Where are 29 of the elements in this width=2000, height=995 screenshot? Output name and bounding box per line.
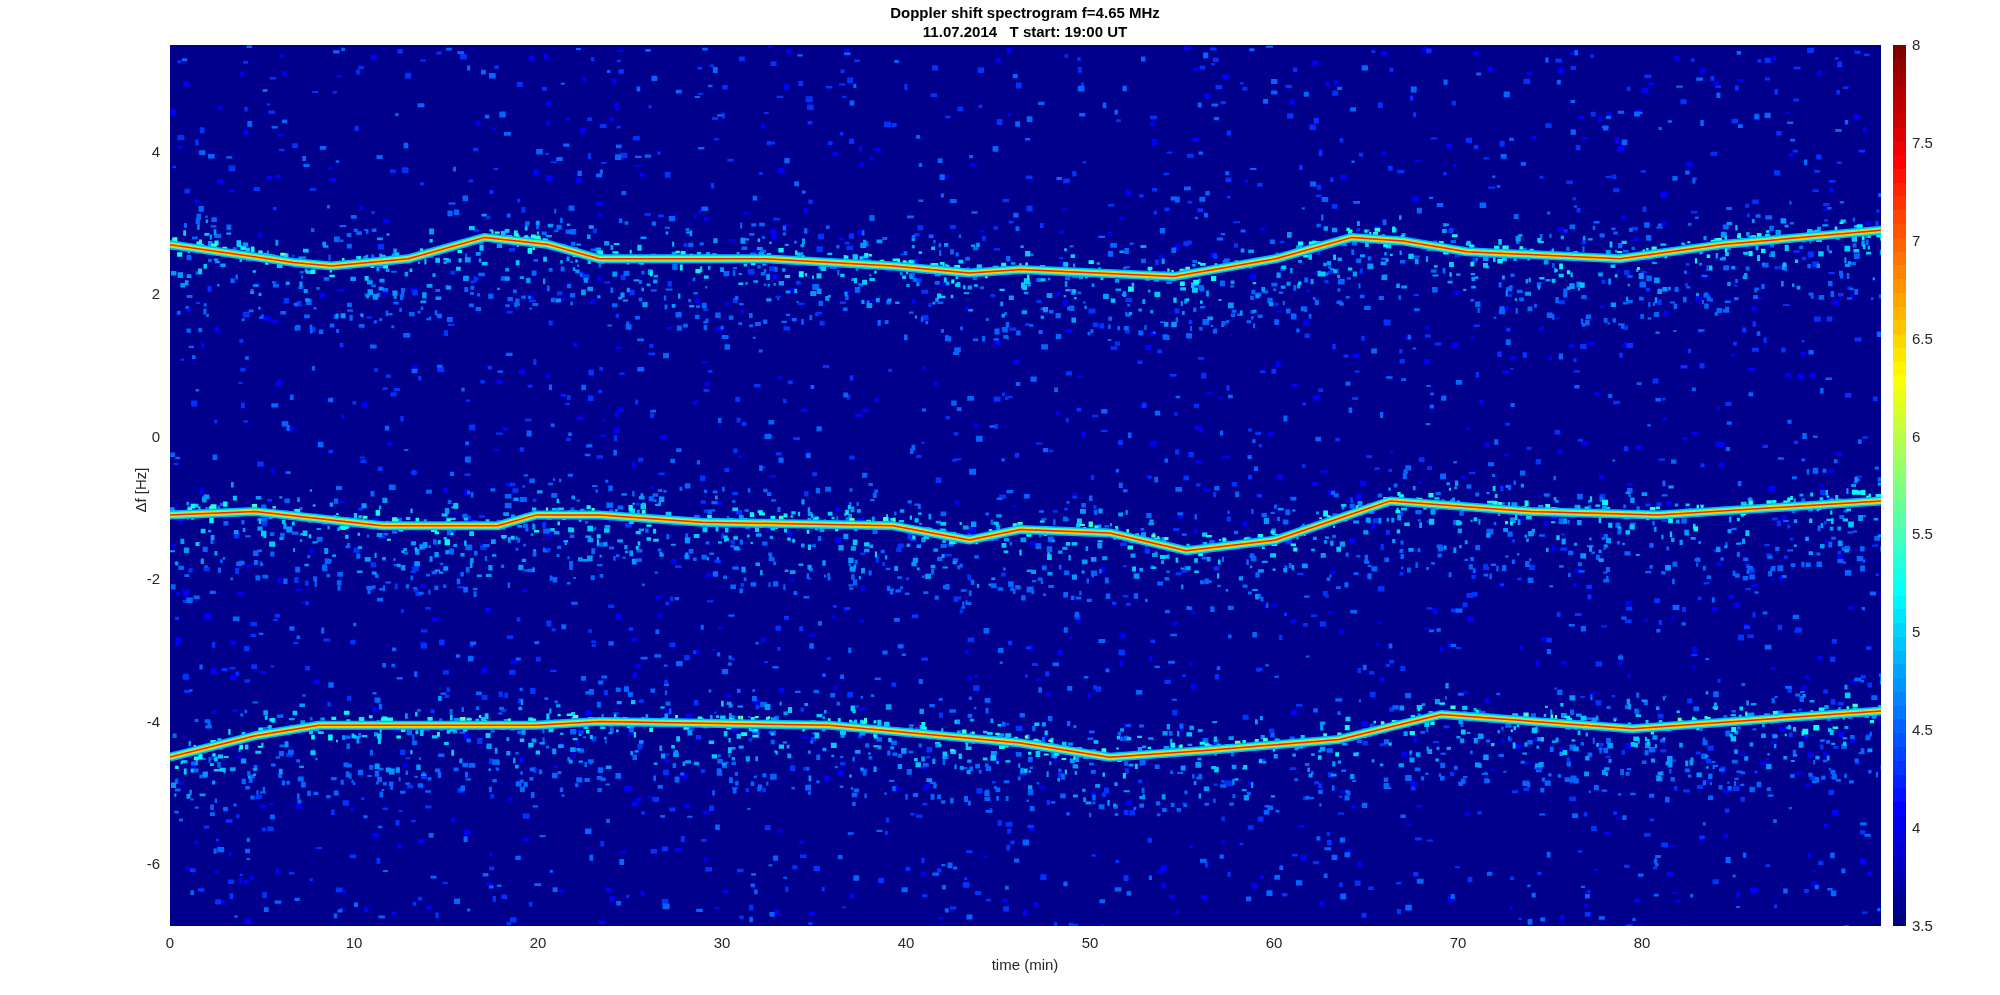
colorbar-tick-label: 4 <box>1912 819 1921 837</box>
colorbar-tick-label: 7.5 <box>1912 133 1933 151</box>
axis-tick-label: 20 <box>529 934 547 951</box>
axis-tick-label: 2 <box>151 285 160 303</box>
axis-label: Δf [Hz] <box>132 467 149 513</box>
colorbar-tick-label: 5 <box>1912 623 1921 641</box>
axis-tick-label: -4 <box>146 712 160 730</box>
axis-tick-label: 60 <box>1265 934 1283 951</box>
colorbar-tick-label: 5.5 <box>1912 525 1933 543</box>
chart-title: Doppler shift spectrogram f=4.65 MHz <box>890 4 1160 21</box>
axis-tick-label: 40 <box>897 934 915 951</box>
colorbar-tick-label: 8 <box>1912 36 1921 53</box>
axis-tick-label: 30 <box>713 934 731 951</box>
axis-tick-label: 70 <box>1449 934 1467 951</box>
colorbar-tick-label: 6.5 <box>1912 329 1933 347</box>
axis-label: time (min) <box>991 956 1059 973</box>
axis-tick-label: 10 <box>345 934 363 951</box>
colorbar-tick-label: 7 <box>1912 231 1921 249</box>
colorbar-tick-label: 6 <box>1912 427 1921 445</box>
axis-tick-label: -2 <box>146 570 160 588</box>
axis-tick-label: -6 <box>146 855 160 872</box>
chart-subtitle: 11.07.2014 T start: 19:00 UT <box>922 23 1128 40</box>
colorbar-tick-label: 4.5 <box>1912 721 1933 739</box>
colorbar-tick-label: 3.5 <box>1912 917 1933 934</box>
axis-tick-label: 80 <box>1633 934 1651 951</box>
axis-tick-label: 50 <box>1081 934 1099 951</box>
axis-tick-label: 0 <box>165 934 175 951</box>
axis-tick-label: 4 <box>151 143 160 160</box>
axis-tick-label: 0 <box>151 427 160 445</box>
